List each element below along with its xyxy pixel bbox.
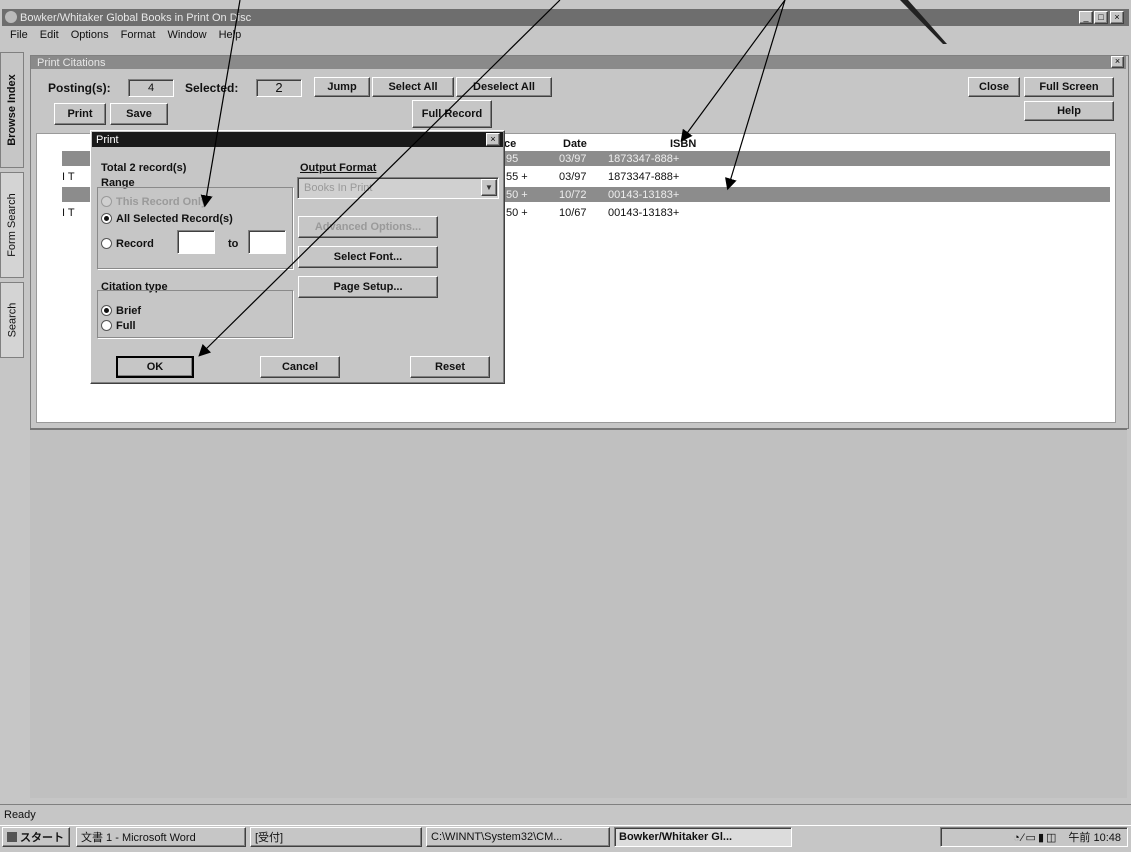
radio-selected-icon	[101, 305, 112, 316]
row-date: 10/72	[559, 188, 587, 201]
range-record-label: Record	[116, 237, 154, 250]
row-prefix: I T	[62, 206, 75, 219]
menu-file[interactable]: File	[10, 29, 28, 41]
taskbar-item-bowker[interactable]: Bowker/Whitaker Gl...	[614, 827, 792, 847]
full-record-button[interactable]: Full Record	[412, 100, 492, 128]
range-this-record-radio[interactable]: This Record Only	[101, 194, 207, 209]
output-format-value: Books In Print	[304, 182, 373, 194]
start-button[interactable]: スタート	[2, 827, 70, 847]
taskbar-item-word[interactable]: 文書 1 - Microsoft Word	[76, 827, 246, 847]
menu-format[interactable]: Format	[121, 29, 156, 41]
postings-value: 4	[128, 79, 174, 97]
tab-search[interactable]: Search	[0, 282, 24, 358]
citations-title-bar: Print Citations ×	[31, 56, 1126, 69]
tab-form-search[interactable]: Form Search	[0, 172, 24, 278]
advanced-options-button[interactable]: Advanced Options...	[298, 216, 438, 238]
row-isbn: 00143-13183+	[608, 206, 680, 219]
column-date-header: Date	[563, 138, 587, 150]
print-dialog-title-bar: Print ×	[92, 132, 503, 147]
row-isbn: 00143-13183+	[608, 188, 680, 201]
jump-button[interactable]: Jump	[314, 77, 370, 97]
windows-logo-icon	[7, 832, 17, 842]
workspace-area	[30, 428, 1127, 798]
dialog-close-icon[interactable]: ×	[486, 133, 500, 146]
row-prefix: I T	[62, 170, 75, 183]
status-text: Ready	[4, 809, 36, 821]
selected-value: 2	[256, 79, 302, 97]
row-price: 95	[506, 152, 519, 165]
to-label: to	[228, 238, 239, 250]
close-icon[interactable]: ×	[1110, 11, 1124, 24]
maximize-button[interactable]: □	[1094, 11, 1108, 24]
page-setup-button[interactable]: Page Setup...	[298, 276, 438, 298]
cancel-button[interactable]: Cancel	[260, 356, 340, 378]
total-records-label: Total 2 record(s)	[101, 162, 187, 174]
row-isbn: 1873347-888+	[608, 152, 680, 165]
reset-button[interactable]: Reset	[410, 356, 490, 378]
system-tray: ◔⁄▭▮◫ 午前 10:48	[940, 827, 1128, 847]
minimize-button[interactable]: _	[1079, 11, 1093, 24]
taskbar-item-cmd[interactable]: C:\WINNT\System32\CM...	[426, 827, 610, 847]
citations-title: Print Citations	[37, 56, 106, 69]
save-button[interactable]: Save	[110, 103, 168, 125]
menu-edit[interactable]: Edit	[40, 29, 59, 41]
menu-options[interactable]: Options	[71, 29, 109, 41]
ok-button[interactable]: OK	[116, 356, 194, 378]
help-button[interactable]: Help	[1024, 101, 1114, 121]
app-title: Bowker/Whitaker Global Books in Print On…	[20, 11, 252, 24]
row-price: 55 +	[506, 170, 528, 183]
app-title-bar: Bowker/Whitaker Global Books in Print On…	[2, 9, 1129, 26]
row-date: 03/97	[559, 152, 587, 165]
menu-help[interactable]: Help	[219, 29, 242, 41]
radio-selected-icon	[101, 213, 112, 224]
deselect-all-button[interactable]: Deselect All	[456, 77, 552, 97]
row-price: 50 +	[506, 206, 528, 219]
selected-label: Selected:	[185, 81, 239, 95]
menu-bar: File Edit Options Format Window Help	[10, 27, 253, 43]
range-this-record-label: This Record Only	[116, 195, 208, 208]
row-date: 10/67	[559, 206, 587, 219]
postings-label: Posting(s):	[48, 81, 111, 95]
menu-window[interactable]: Window	[167, 29, 206, 41]
status-bar: Ready	[0, 804, 1131, 825]
close-button[interactable]: Close	[968, 77, 1020, 97]
print-dialog-title: Print	[96, 133, 119, 146]
full-screen-button[interactable]: Full Screen	[1024, 77, 1114, 97]
row-isbn: 1873347-888+	[608, 170, 680, 183]
output-format-label: Output Format	[300, 162, 377, 174]
output-format-select[interactable]: Books In Print ▼	[297, 177, 499, 199]
range-all-selected-label: All Selected Record(s)	[116, 212, 233, 225]
range-all-selected-radio[interactable]: All Selected Record(s)	[101, 211, 233, 226]
tray-icons: ◔⁄▭▮◫	[1013, 831, 1059, 844]
print-button[interactable]: Print	[54, 103, 106, 125]
record-to-field[interactable]	[248, 230, 286, 254]
row-date: 03/97	[559, 170, 587, 183]
citation-brief-radio[interactable]: Brief	[101, 303, 141, 318]
citation-brief-label: Brief	[116, 304, 142, 317]
radio-icon	[101, 238, 112, 249]
record-from-field[interactable]	[177, 230, 215, 254]
column-isbn-header: ISBN	[670, 138, 697, 150]
app-icon	[5, 11, 17, 23]
citations-close-icon[interactable]: ×	[1111, 56, 1124, 68]
tab-browse-index[interactable]: Browse Index	[0, 52, 24, 168]
select-font-button[interactable]: Select Font...	[298, 246, 438, 268]
start-label: スタート	[20, 832, 64, 844]
range-record-radio[interactable]: Record	[101, 236, 154, 251]
radio-icon	[101, 320, 112, 331]
citation-full-label: Full	[116, 319, 136, 332]
chevron-down-icon[interactable]: ▼	[481, 179, 497, 196]
taskbar-item-inbox[interactable]: [受付]	[250, 827, 422, 847]
column-price-header: ce	[504, 138, 517, 150]
clock: 午前 10:48	[1068, 832, 1121, 844]
select-all-button[interactable]: Select All	[372, 77, 454, 97]
citation-full-radio[interactable]: Full	[101, 318, 136, 333]
row-price: 50 +	[506, 188, 528, 201]
radio-icon	[101, 196, 112, 207]
